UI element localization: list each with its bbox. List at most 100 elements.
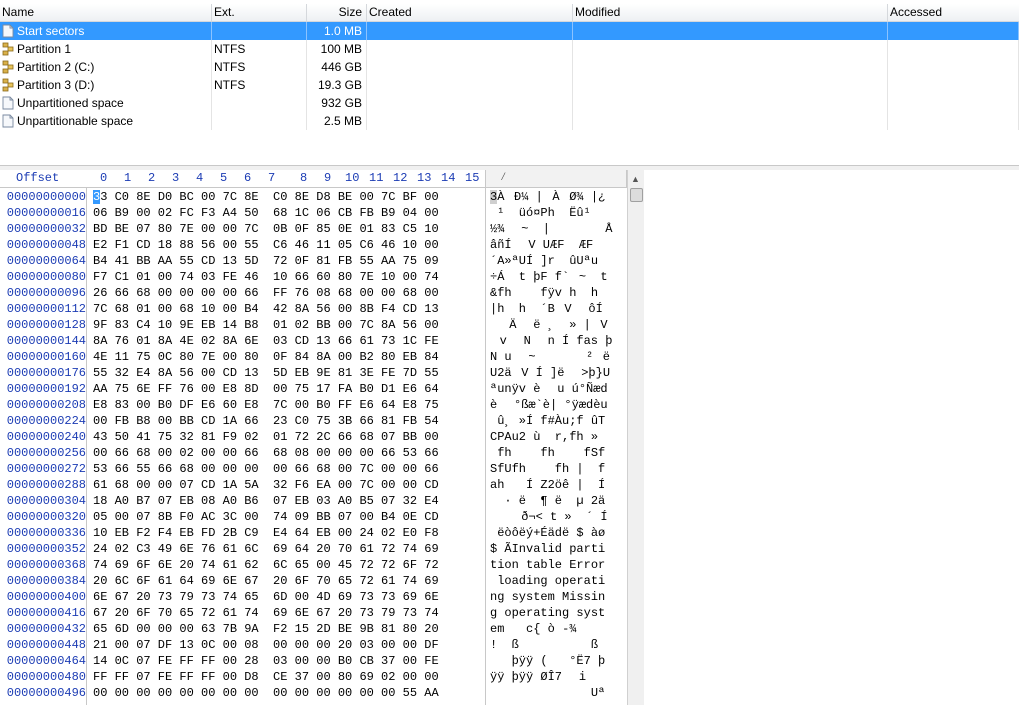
row-text[interactable]: û¸ »Í f#Àu;f ûT [490,413,625,429]
hex-row[interactable]: 00000000224 00 FB B8 00 BB CD 1A 66 23 C0… [0,413,627,429]
row-text[interactable]: ÿÿ þÿÿ ØÎ7 i [490,669,625,685]
hex-row[interactable]: 00000000448 21 00 07 DF 13 0C 00 08 00 00… [0,637,627,653]
hex-row[interactable]: 00000000480 FF FF 07 FE FF FF 00 D8 CE 37… [0,669,627,685]
row-bytes[interactable]: 74 69 6F 6E 20 74 61 62 6C 65 00 45 72 7… [93,557,439,573]
hex-row[interactable]: 00000000304 18 A0 B7 07 EB 08 A0 B6 07 EB… [0,493,627,509]
hex-row[interactable]: 00000000336 10 EB F2 F4 EB FD 2B C9 E4 64… [0,525,627,541]
row-bytes[interactable]: F7 C1 01 00 74 03 FE 46 10 66 60 80 7E 1… [93,269,439,285]
hex-row[interactable]: 00000000208 E8 83 00 B0 DF E6 60 E8 7C 00… [0,397,627,413]
hex-row[interactable]: 00000000080 F7 C1 01 00 74 03 FE 46 10 66… [0,269,627,285]
list-item[interactable]: Partition 1 NTFS 100 MB [0,40,1019,58]
row-text[interactable]: N u ~   ²ë [490,349,625,365]
vertical-scrollbar[interactable]: ▲ [627,170,644,705]
row-text[interactable]: 3ÀĐ¼ |ÀØ¾ |¿ [490,189,625,205]
row-bytes[interactable]: 20 6C 6F 61 64 69 6E 67 20 6F 70 65 72 6… [93,573,439,589]
row-text[interactable]: ! ß ß [490,637,625,653]
row-text[interactable]: fh fh fSf [490,445,625,461]
hex-row[interactable]: 00000000176 55 32 E4 8A 56 00 CD 13 5D EB… [0,365,627,381]
row-bytes[interactable]: 6E 67 20 73 79 73 74 65 6D 00 4D 69 73 7… [93,589,439,605]
row-text[interactable]: |h h ´BV ôÍ [490,301,625,317]
hex-row[interactable]: 00000000064 B4 41 BB AA 55 CD 13 5D 72 0F… [0,253,627,269]
row-text[interactable]: þÿÿ ( °Ë7 þ [490,653,625,669]
hex-row[interactable]: 00000000032 BD BE 07 80 7E 00 00 7C 0B 0F… [0,221,627,237]
hex-row[interactable]: 00000000288 61 68 00 00 07 CD 1A 5A 32 F6… [0,477,627,493]
hex-row[interactable]: 00000000352 24 02 C3 49 6E 76 61 6C 69 64… [0,541,627,557]
row-bytes[interactable]: 18 A0 B7 07 EB 08 A0 B6 07 EB 03 A0 B5 0… [93,493,439,509]
row-bytes[interactable]: 14 0C 07 FE FF FF 00 28 03 00 00 B0 CB 3… [93,653,439,669]
scroll-up-icon[interactable]: ▲ [631,174,640,184]
row-bytes[interactable]: 4E 11 75 0C 80 7E 00 80 0F 84 8A 00 B2 8… [93,349,439,365]
row-bytes[interactable]: B4 41 BB AA 55 CD 13 5D 72 0F 81 FB 55 A… [93,253,439,269]
list-item[interactable]: Unpartitioned space 932 GB [0,94,1019,112]
hex-row[interactable]: 00000000240 43 50 41 75 32 81 F9 02 01 72… [0,429,627,445]
row-bytes[interactable]: 00 00 00 00 00 00 00 00 00 00 00 00 00 0… [93,685,439,701]
row-bytes[interactable]: 8A 76 01 8A 4E 02 8A 6E 03 CD 13 66 61 7… [93,333,439,349]
row-text[interactable]: ëòôëý+Éädë $ àø [490,525,625,541]
column-header-name[interactable]: Name [0,4,212,21]
row-text[interactable]: · ë ¶ ë µ 2ä [490,493,625,509]
row-bytes[interactable]: E8 83 00 B0 DF E6 60 E8 7C 00 B0 FF E6 6… [93,397,439,413]
row-bytes[interactable]: 05 00 07 8B F0 AC 3C 00 74 09 BB 07 00 B… [93,509,439,525]
row-bytes[interactable]: 67 20 6F 70 65 72 61 74 69 6E 67 20 73 7… [93,605,439,621]
list-item[interactable]: Partition 3 (D:) NTFS 19.3 GB [0,76,1019,94]
row-bytes[interactable]: 43 50 41 75 32 81 F9 02 01 72 2C 66 68 0… [93,429,439,445]
column-header-modified[interactable]: Modified [573,4,888,21]
row-bytes[interactable]: AA 75 6E FF 76 00 E8 8D 00 75 17 FA B0 D… [93,381,439,397]
list-item[interactable]: Start sectors 1.0 MB [0,22,1019,40]
hex-row[interactable]: 00000000320 05 00 07 8B F0 AC 3C 00 74 09… [0,509,627,525]
row-text[interactable]: ´A»ªUÍ ]r ûUªu [490,253,625,269]
hex-row[interactable]: 00000000112 7C 68 01 00 68 10 00 B4 42 8A… [0,301,627,317]
hex-row[interactable]: 00000000096 26 66 68 00 00 00 00 66 FF 76… [0,285,627,301]
hex-row[interactable]: 00000000000 33 C0 8E D0 BC 00 7C 8E C0 8E… [0,189,627,205]
column-header-accessed[interactable]: Accessed [888,4,1019,21]
row-text[interactable]: è °ßæ`è| °ÿædèu [490,397,625,413]
column-header-ext[interactable]: Ext. [212,4,307,21]
hex-row[interactable]: 00000000144 8A 76 01 8A 4E 02 8A 6E 03 CD… [0,333,627,349]
hex-row[interactable]: 00000000464 14 0C 07 FE FF FF 00 28 03 00… [0,653,627,669]
row-text[interactable]: SfUfh fh | f [490,461,625,477]
row-bytes[interactable]: 26 66 68 00 00 00 00 66 FF 76 08 68 00 0… [93,285,439,301]
hex-row[interactable]: 00000000256 00 66 68 00 02 00 00 66 68 08… [0,445,627,461]
row-bytes[interactable]: 7C 68 01 00 68 10 00 B4 42 8A 56 00 8B F… [93,301,439,317]
row-bytes[interactable]: 53 66 55 66 68 00 00 00 00 66 68 00 7C 0… [93,461,439,477]
row-text[interactable]: ªunÿv è u ú°Ñæd [490,381,625,397]
row-bytes[interactable]: E2 F1 CD 18 88 56 00 55 C6 46 11 05 C6 4… [93,237,439,253]
hex-row[interactable]: 00000000160 4E 11 75 0C 80 7E 00 80 0F 84… [0,349,627,365]
row-text[interactable]: Uª [490,685,625,701]
row-text[interactable]: loading operati [490,573,625,589]
hex-row[interactable]: 00000000128 9F 83 C4 10 9E EB 14 B8 01 02… [0,317,627,333]
row-bytes[interactable]: 24 02 C3 49 6E 76 61 6C 69 64 20 70 61 7… [93,541,439,557]
row-bytes[interactable]: 06 B9 00 02 FC F3 A4 50 68 1C 06 CB FB B… [93,205,439,221]
row-text[interactable]: v N n Í fas þ [490,333,625,349]
row-text[interactable]: U2äV Í ]ë >þ}U [490,365,625,381]
text-column-header[interactable]: ⁄ [485,170,627,187]
column-header-size[interactable]: Size [307,4,367,21]
list-item[interactable]: Unpartitionable space 2.5 MB [0,112,1019,130]
hex-row[interactable]: 00000000368 74 69 6F 6E 20 74 61 62 6C 65… [0,557,627,573]
hex-row[interactable]: 00000000272 53 66 55 66 68 00 00 00 00 66… [0,461,627,477]
row-text[interactable]: ¹ üó¤Ph Ëû¹ [490,205,625,221]
row-bytes[interactable]: 33 C0 8E D0 BC 00 7C 8E C0 8E D8 BE 00 7… [93,189,439,205]
row-text[interactable]: tion table Error [490,557,625,573]
hex-row[interactable]: 00000000016 06 B9 00 02 FC F3 A4 50 68 1C… [0,205,627,221]
row-text[interactable]: ah Í Z2öê | Í [490,477,625,493]
hex-row[interactable]: 00000000432 65 6D 00 00 00 63 7B 9A F2 15… [0,621,627,637]
row-text[interactable]: ÷Á t þF f`~ t [490,269,625,285]
row-text[interactable]: âñÍ V UÆF ÆF [490,237,625,253]
row-text[interactable]: Ä ë ¸ » |V [490,317,625,333]
row-bytes[interactable]: 00 66 68 00 02 00 00 66 68 08 00 00 00 6… [93,445,439,461]
hex-row[interactable]: 00000000416 67 20 6F 70 65 72 61 74 69 6E… [0,605,627,621]
column-header-created[interactable]: Created [367,4,573,21]
row-text[interactable]: $ ÃInvalid parti [490,541,625,557]
row-text[interactable]: CPAu2 ù r,fh » [490,429,625,445]
scroll-thumb[interactable] [630,188,643,202]
row-text[interactable]: em c{ò -¾  [490,621,625,637]
row-text[interactable]: &fh fÿv h h [490,285,625,301]
row-bytes[interactable]: 65 6D 00 00 00 63 7B 9A F2 15 2D BE 9B 8… [93,621,439,637]
hex-row[interactable]: 00000000400 6E 67 20 73 79 73 74 65 6D 00… [0,589,627,605]
row-text[interactable]: ð¬< t » ´ Í [490,509,625,525]
row-bytes[interactable]: 55 32 E4 8A 56 00 CD 13 5D EB 9E 81 3E F… [93,365,439,381]
row-text[interactable]: g operating syst [490,605,625,621]
row-bytes[interactable]: 00 FB B8 00 BB CD 1A 66 23 C0 75 3B 66 8… [93,413,439,429]
row-bytes[interactable]: BD BE 07 80 7E 00 00 7C 0B 0F 85 0E 01 8… [93,221,439,237]
